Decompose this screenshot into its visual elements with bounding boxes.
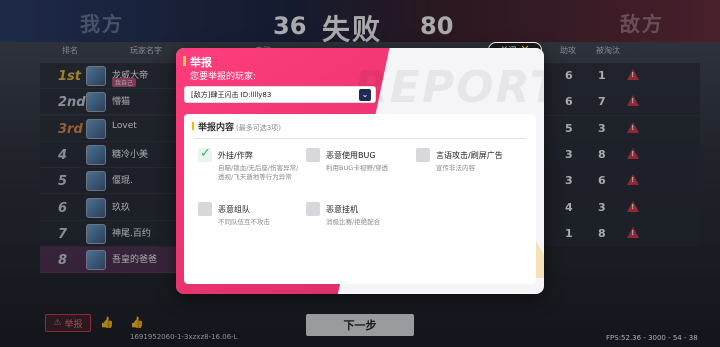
option-desc: 宣传非法内容 bbox=[436, 164, 475, 173]
option-label: 恶意组队 bbox=[218, 205, 250, 214]
option-label: 言语攻击/刷屏广告 bbox=[436, 151, 503, 160]
report-dialog: REPORT 举报 您要举报的玩家: [敌方]肆王闪击 ID:lllly83 ⌄… bbox=[176, 48, 544, 294]
dialog-subtitle: 您要举报的玩家: bbox=[190, 72, 257, 82]
report-content-panel: 举报内容 (最多可选3项) ✓ 外挂/作弊自瞄/锁血/无后座/伤害异常/透视/飞天遁… bbox=[184, 114, 536, 284]
chevron-down-icon[interactable]: ⌄ bbox=[359, 89, 371, 101]
selected-player: [敌方]肆王闪击 ID:lllly83 bbox=[191, 91, 272, 99]
check-icon: ✓ bbox=[200, 146, 211, 161]
player-select-dropdown[interactable]: [敌方]肆王闪击 ID:lllly83 ⌄ bbox=[184, 86, 376, 103]
option-label: 恶意使用BUG bbox=[326, 151, 376, 160]
option-desc-line: 利用BUG卡视野/穿透 bbox=[326, 164, 388, 172]
option-checkbox[interactable] bbox=[198, 202, 212, 216]
report-option[interactable]: 恶意挂机消极比赛/拒绝配合 bbox=[306, 202, 410, 246]
option-desc-line: 消极比赛/拒绝配合 bbox=[326, 218, 381, 226]
report-option[interactable]: 恶意组队不同队伍互不攻击 bbox=[198, 202, 302, 246]
report-option[interactable]: 言语攻击/刷屏广告 宣传非法内容 bbox=[416, 148, 520, 192]
option-checkbox[interactable] bbox=[416, 148, 430, 162]
option-checkbox[interactable]: ✓ bbox=[198, 146, 212, 162]
content-title-text: 举报内容 bbox=[198, 123, 235, 133]
content-title: 举报内容 (最多可选3项) bbox=[192, 120, 281, 133]
content-hint: (最多可选3项) bbox=[236, 124, 281, 132]
option-desc-line: 自瞄/锁血/无后座/伤害异常/ bbox=[218, 164, 299, 172]
option-desc: 自瞄/锁血/无后座/伤害异常/透视/飞天遁地等行为异常 bbox=[218, 164, 298, 182]
option-desc-line: 透视/飞天遁地等行为异常 bbox=[218, 173, 292, 181]
option-desc: 消极比赛/拒绝配合 bbox=[326, 218, 380, 227]
option-label: 恶意挂机 bbox=[326, 205, 358, 214]
report-option[interactable]: ✓ 外挂/作弊自瞄/锁血/无后座/伤害异常/透视/飞天遁地等行为异常 bbox=[198, 146, 302, 192]
option-label: 外挂/作弊 bbox=[218, 151, 253, 160]
divider bbox=[194, 138, 526, 139]
report-watermark: REPORT bbox=[354, 62, 544, 113]
dialog-title: 举报 bbox=[183, 56, 212, 69]
option-desc-line: 宣传非法内容 bbox=[436, 164, 475, 172]
option-desc: 不同队伍互不攻击 bbox=[218, 218, 270, 227]
option-checkbox[interactable] bbox=[306, 148, 320, 162]
option-desc: 利用BUG卡视野/穿透 bbox=[326, 164, 388, 173]
option-desc-line: 不同队伍互不攻击 bbox=[218, 218, 270, 226]
option-checkbox[interactable] bbox=[306, 202, 320, 216]
report-option[interactable]: 恶意使用BUG 利用BUG卡视野/穿透 bbox=[306, 148, 410, 192]
